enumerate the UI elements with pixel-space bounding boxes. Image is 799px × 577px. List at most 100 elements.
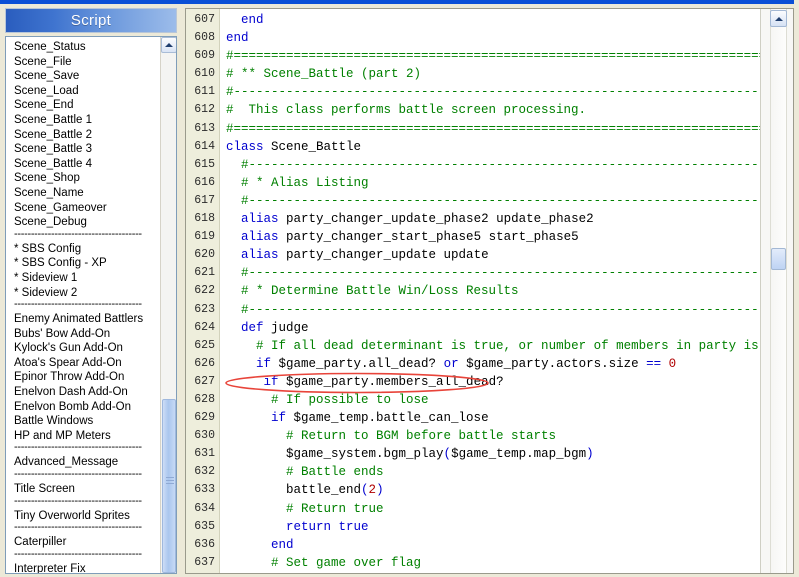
list-item[interactable]: Enelvon Bomb Add-On [12, 400, 160, 415]
code-line-text: end [241, 13, 264, 27]
code-line[interactable]: 618 alias party_changer_update_phase2 up… [186, 210, 760, 229]
code-line[interactable]: 630 # Return to BGM before battle starts [186, 427, 760, 446]
line-number: 627 [186, 372, 220, 391]
sidebar-scrollbar-thumb[interactable] [162, 399, 176, 573]
editor-scroll-up-button[interactable] [770, 10, 787, 27]
sidebar-scroll-up-button[interactable] [161, 37, 176, 53]
list-item[interactable]: Scene_Load [12, 84, 160, 99]
code-line[interactable]: 632 # Battle ends [186, 463, 760, 482]
line-number: 611 [186, 83, 220, 102]
list-item[interactable]: Scene_End [12, 98, 160, 113]
list-item[interactable]: Battle Windows [12, 414, 160, 429]
line-number: 628 [186, 390, 220, 410]
sidebar-scrollbar[interactable] [160, 37, 176, 573]
code-line-text: # Set game over flag [271, 555, 422, 570]
list-item[interactable]: * SBS Config [12, 242, 160, 257]
line-number: 631 [186, 445, 220, 464]
code-line[interactable]: 627 if $game_party.members_all_dead? [186, 372, 760, 391]
list-item[interactable]: Kylock's Gun Add-On [12, 341, 160, 356]
line-number: 637 [186, 553, 220, 572]
code-line[interactable]: 613 #====================================… [186, 119, 760, 138]
code-line[interactable]: 608 end [186, 29, 760, 48]
line-number: 636 [186, 535, 220, 554]
list-item[interactable]: Enemy Animated Battlers [12, 312, 160, 327]
list-item[interactable]: Atoa's Spear Add-On [12, 356, 160, 371]
sidebar-header-title: Script [5, 8, 177, 33]
code-line[interactable]: 607 end [186, 11, 760, 30]
list-item[interactable]: Scene_Name [12, 186, 160, 201]
code-line[interactable]: 628 # If possible to lose [186, 390, 760, 410]
scrollbar-grip-icon [166, 477, 174, 485]
line-number: 635 [186, 517, 220, 536]
code-line[interactable]: 612 # This class performs battle screen p… [186, 101, 760, 120]
line-number: 624 [186, 318, 220, 337]
script-list[interactable]: Scene_Status Scene_File Scene_Save Scene_Lo… [6, 37, 160, 573]
line-number: 609 [186, 47, 220, 66]
code-line[interactable]: 638 $game_temp.gameover = true [186, 571, 760, 573]
list-item[interactable]: HP and MP Meters [12, 429, 160, 444]
editor-scrollbar-thumb[interactable] [771, 248, 786, 270]
list-item[interactable]: Scene_Battle 3 [12, 142, 160, 157]
code-line[interactable]: 614 class Scene_Battle [186, 137, 760, 156]
line-number: 626 [186, 354, 220, 373]
list-item[interactable]: Scene_Save [12, 69, 160, 84]
list-separator: -------------------------------------- [14, 443, 142, 454]
code-line-text: $game_temp.gameover = true [220, 572, 466, 573]
list-item[interactable]: Scene_Battle 2 [12, 128, 160, 143]
code-line[interactable]: 629 if $game_temp.battle_can_lose [186, 409, 760, 428]
list-item[interactable]: * Sideview 1 [12, 271, 160, 286]
list-item[interactable]: Caterpiller [12, 535, 160, 550]
code-line[interactable]: 633 battle_end(2) [186, 481, 760, 500]
list-item[interactable]: Title Screen [12, 482, 160, 497]
code-line[interactable]: 615 #-----------------------------------… [186, 155, 760, 174]
list-item[interactable]: Scene_Status [12, 40, 160, 55]
code-line[interactable]: 622 # * Determine Battle Win/Loss Result… [186, 282, 760, 301]
editor-scrollbar-track[interactable] [770, 9, 787, 573]
line-number: 620 [186, 246, 220, 265]
list-separator: -------------------------------------- [14, 549, 142, 560]
code-line-text: end [271, 537, 294, 552]
code-line[interactable]: 625 # If all dead determinant is true, o… [186, 336, 760, 355]
list-item[interactable]: Epinor Throw Add-On [12, 370, 160, 385]
code-line[interactable]: 623 #-----------------------------------… [186, 300, 760, 319]
editor-scrollbar[interactable] [760, 9, 793, 573]
code-line-text: # If possible to lose [271, 392, 429, 407]
list-item[interactable]: Scene_File [12, 55, 160, 70]
code-line[interactable]: 634 # Return true [186, 499, 760, 518]
code-line[interactable]: 621 #-----------------------------------… [186, 264, 760, 283]
code-line-text: #---------------------------------------… [241, 193, 760, 208]
list-item[interactable]: Interpreter Fix [12, 562, 160, 573]
list-item[interactable]: Advanced_Message [12, 455, 160, 470]
code-text-area[interactable]: 607 end 608 end 609 #=======================… [186, 9, 760, 573]
list-item[interactable]: Enelvon Dash Add-On [12, 385, 160, 400]
code-line[interactable]: 624 def judge [186, 318, 760, 337]
code-line[interactable]: 616 # * Alias Listing [186, 173, 760, 192]
list-item[interactable]: Bubs' Bow Add-On [12, 327, 160, 342]
list-item[interactable]: Scene_Battle 1 [12, 113, 160, 128]
code-line[interactable]: 636 end [186, 535, 760, 554]
code-line-text: $game_system.bgm_play($game_temp.map_bgm… [226, 447, 594, 462]
code-line[interactable]: 617 #-----------------------------------… [186, 191, 760, 211]
code-viewport[interactable]: 607 end 608 end 609 #=======================… [186, 9, 760, 573]
code-line[interactable]: 609 #====================================… [186, 47, 760, 66]
list-item[interactable]: Tiny Overworld Sprites [12, 509, 160, 524]
code-line[interactable]: 610 # ** Scene_Battle (part 2) [186, 65, 760, 84]
code-line-text: if $game_party.members_all_dead? [263, 374, 504, 389]
code-line-text: # If all dead determinant is true, or nu… [256, 338, 760, 353]
code-line[interactable]: 611 #------------------------------------… [186, 83, 760, 102]
code-line[interactable]: 635 return true [186, 517, 760, 536]
list-item[interactable]: * SBS Config - XP [12, 256, 160, 271]
list-item[interactable]: Scene_Battle 4 [12, 157, 160, 172]
list-item[interactable]: Scene_Debug [12, 215, 160, 230]
list-item[interactable]: Scene_Shop [12, 171, 160, 186]
code-line-text: # Return to BGM before battle starts [286, 429, 557, 444]
code-line[interactable]: 620 alias party_changer_update update [186, 246, 760, 265]
code-line[interactable]: 637 # Set game over flag [186, 553, 760, 572]
list-item[interactable]: Scene_Gameover [12, 201, 160, 216]
code-line[interactable]: 619 alias party_changer_start_phase5 sta… [186, 228, 760, 247]
list-item[interactable]: * Sideview 2 [12, 286, 160, 301]
code-line[interactable]: 631 $game_system.bgm_play($game_temp.map… [186, 445, 760, 464]
code-line-text: # Battle ends [286, 465, 384, 480]
code-line-text: alias party_changer_update update [241, 248, 489, 263]
code-line[interactable]: 626 if $game_party.all_dead? or $game_pa… [186, 354, 760, 373]
